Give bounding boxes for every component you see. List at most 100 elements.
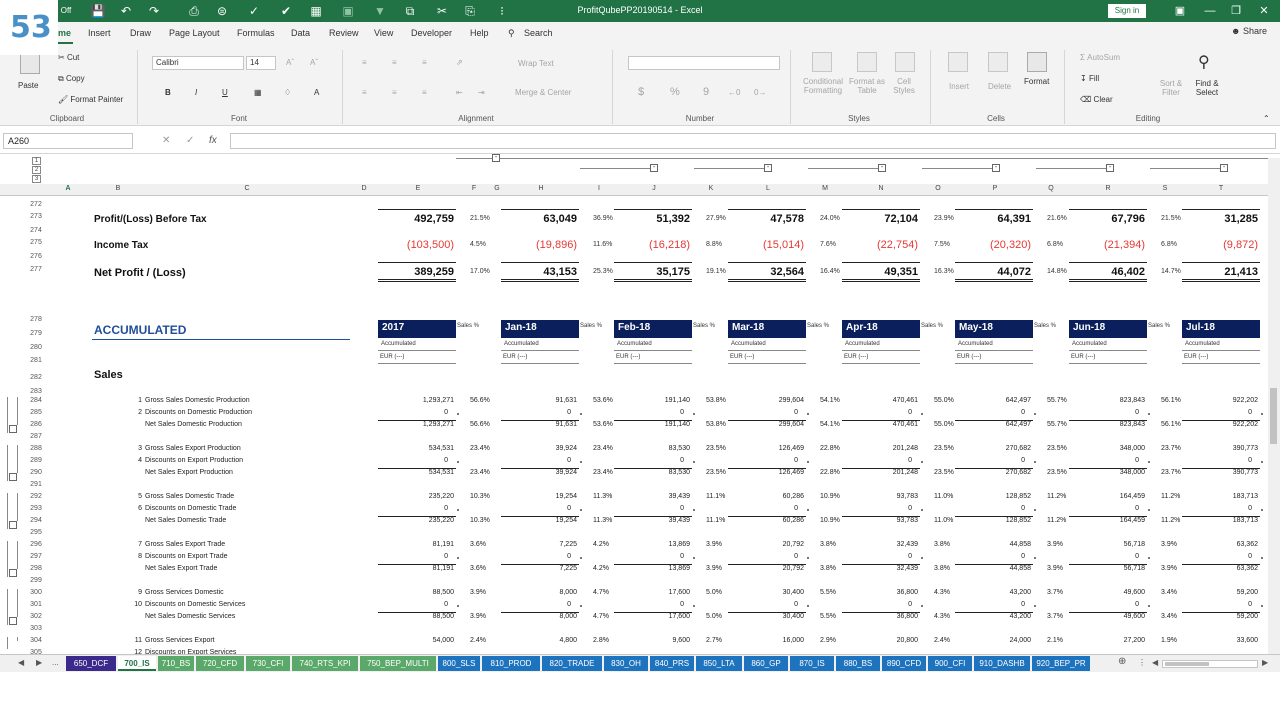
pct-cell[interactable]: 2.1%: [1047, 637, 1063, 644]
column-header-f[interactable]: F: [468, 185, 480, 192]
value-cell[interactable]: 39,924: [497, 469, 577, 476]
value-cell[interactable]: 389,259: [374, 266, 454, 278]
pct-cell[interactable]: 2.7%: [706, 637, 722, 644]
collapse-group-icon[interactable]: -: [764, 164, 772, 172]
pct-cell[interactable]: 3.9%: [470, 613, 486, 620]
value-cell[interactable]: 44,858: [951, 565, 1031, 572]
column-header-d[interactable]: D: [358, 185, 370, 192]
insert-cells-icon[interactable]: [948, 52, 968, 72]
value-cell[interactable]: 0: [1178, 601, 1252, 608]
pct-cell[interactable]: 2.4%: [934, 637, 950, 644]
font-name-select[interactable]: Calibri: [152, 56, 244, 70]
value-cell[interactable]: 32,564: [724, 266, 804, 278]
row-header[interactable]: 286: [28, 421, 44, 428]
value-cell[interactable]: 0: [374, 505, 448, 512]
align-bottom-icon[interactable]: ≡: [422, 58, 427, 67]
value-cell[interactable]: 63,362: [1178, 565, 1258, 572]
value-cell[interactable]: 63,362: [1178, 541, 1258, 548]
tab-developer[interactable]: Developer: [411, 28, 452, 38]
value-cell[interactable]: 390,773: [1178, 445, 1258, 452]
value-cell[interactable]: 93,783: [838, 493, 918, 500]
more-sheets-icon[interactable]: ...: [52, 658, 59, 667]
sheet-tab-800_sls[interactable]: 800_SLS: [438, 656, 480, 671]
sign-in-button[interactable]: Sign in: [1108, 4, 1146, 18]
value-cell[interactable]: 270,682: [951, 445, 1031, 452]
value-cell[interactable]: 0: [497, 553, 571, 560]
pct-cell[interactable]: 23.5%: [706, 445, 726, 452]
value-cell[interactable]: 56,718: [1065, 565, 1145, 572]
value-cell[interactable]: 13,869: [610, 565, 690, 572]
row-header[interactable]: 274: [28, 227, 44, 234]
pct-cell[interactable]: 54.1%: [820, 397, 840, 404]
row-level-3[interactable]: 3: [32, 175, 41, 183]
column-header-b[interactable]: B: [112, 185, 124, 192]
format-painter-button[interactable]: 🖌 Format Painter: [58, 95, 123, 104]
value-cell[interactable]: 13,869: [610, 541, 690, 548]
value-cell[interactable]: 33,600: [1178, 637, 1258, 644]
pct-cell[interactable]: 53.6%: [593, 397, 613, 404]
row-level-1[interactable]: 1: [32, 157, 41, 165]
value-cell[interactable]: 20,792: [724, 565, 804, 572]
value-cell[interactable]: 46,402: [1065, 266, 1145, 278]
align-left-icon[interactable]: ≡: [362, 88, 367, 97]
format-cells-button[interactable]: Format: [1024, 77, 1049, 86]
value-cell[interactable]: 299,604: [724, 397, 804, 404]
value-cell[interactable]: 39,439: [610, 493, 690, 500]
sheet-tab-740_rts_kpi[interactable]: 740_RTS_KPI: [292, 656, 358, 671]
value-cell[interactable]: 128,852: [951, 517, 1031, 524]
value-cell[interactable]: 64,391: [951, 213, 1031, 225]
value-cell[interactable]: 44,072: [951, 266, 1031, 278]
pct-cell[interactable]: 23.5%: [934, 445, 954, 452]
value-cell[interactable]: 88,500: [374, 589, 454, 596]
column-header-c[interactable]: C: [241, 185, 253, 192]
pct-cell[interactable]: 11.0%: [934, 493, 953, 500]
value-cell[interactable]: 39,439: [610, 517, 690, 524]
value-cell[interactable]: 0: [374, 601, 448, 608]
value-cell[interactable]: 0: [838, 409, 912, 416]
row-level-2[interactable]: 2: [32, 166, 41, 174]
pct-cell[interactable]: 53.8%: [706, 421, 726, 428]
pct-cell[interactable]: 23.5%: [1047, 469, 1067, 476]
collapse-group-icon[interactable]: -: [1106, 164, 1114, 172]
value-cell[interactable]: 1,293,271: [374, 397, 454, 404]
tabs-more-icon[interactable]: ⋮: [1138, 658, 1146, 667]
pct-cell[interactable]: 4.3%: [934, 613, 950, 620]
value-cell[interactable]: 49,600: [1065, 613, 1145, 620]
pct-cell[interactable]: 23.9%: [934, 215, 954, 222]
borders-icon[interactable]: ▦: [254, 88, 262, 97]
sheet-tab-650_dcf[interactable]: 650_DCF: [66, 656, 116, 671]
pct-cell[interactable]: 19.1%: [706, 268, 726, 275]
pct-cell[interactable]: 27.9%: [706, 215, 726, 222]
row-header[interactable]: 283: [28, 388, 44, 395]
row-header[interactable]: 297: [28, 553, 44, 560]
value-cell[interactable]: 922,202: [1178, 421, 1258, 428]
value-cell[interactable]: 183,713: [1178, 517, 1258, 524]
value-cell[interactable]: 0: [724, 505, 798, 512]
value-cell[interactable]: 0: [1178, 505, 1252, 512]
currency-button[interactable]: $: [638, 86, 644, 98]
value-cell[interactable]: 8,000: [497, 589, 577, 596]
pct-cell[interactable]: 3.6%: [470, 541, 486, 548]
vertical-scrollbar[interactable]: [1268, 158, 1280, 654]
pct-cell[interactable]: 4.3%: [934, 589, 950, 596]
value-cell[interactable]: 81,191: [374, 565, 454, 572]
pct-cell[interactable]: 3.8%: [820, 565, 836, 572]
value-cell[interactable]: 1,293,271: [374, 421, 454, 428]
decrease-font-icon[interactable]: Aˇ: [310, 58, 318, 67]
add-sheet-icon[interactable]: ⊕: [1118, 656, 1126, 667]
value-cell[interactable]: 534,531: [374, 445, 454, 452]
value-cell[interactable]: 32,439: [838, 565, 918, 572]
value-cell[interactable]: 81,191: [374, 541, 454, 548]
value-cell[interactable]: 0: [724, 601, 798, 608]
value-cell[interactable]: 44,858: [951, 541, 1031, 548]
sheet-tab-910_dashb[interactable]: 910_DASHB: [974, 656, 1030, 671]
value-cell[interactable]: 235,220: [374, 517, 454, 524]
row-header[interactable]: 300: [28, 589, 44, 596]
tab-home[interactable]: me: [55, 28, 74, 44]
pct-cell[interactable]: 11.0%: [934, 517, 953, 524]
pct-cell[interactable]: 23.4%: [470, 469, 490, 476]
value-cell[interactable]: 83,530: [610, 469, 690, 476]
column-header-q[interactable]: Q: [1045, 185, 1057, 192]
value-cell[interactable]: 470,461: [838, 397, 918, 404]
share-button[interactable]: ☻ Share: [1231, 26, 1267, 36]
